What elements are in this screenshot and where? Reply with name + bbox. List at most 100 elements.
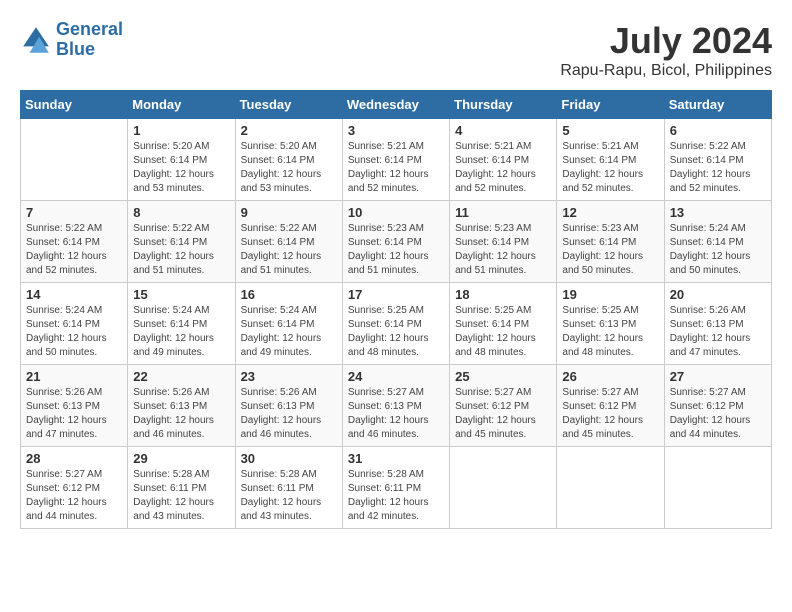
day-info: Sunrise: 5:20 AM Sunset: 6:14 PM Dayligh…: [133, 140, 229, 196]
day-info: Sunrise: 5:26 AM Sunset: 6:13 PM Dayligh…: [133, 386, 229, 442]
day-number: 16: [241, 287, 337, 302]
calendar-cell: 12 Sunrise: 5:23 AM Sunset: 6:14 PM Dayli…: [557, 201, 664, 283]
calendar-cell: 13Sunrise: 5:24 AM Sunset: 6:14 PM Dayli…: [664, 201, 771, 283]
weekday-header: Saturday: [664, 91, 771, 119]
page-header: General Blue July 2024 Rapu-Rapu, Bicol,…: [20, 20, 772, 80]
day-info: Sunrise: 5:23 AM Sunset: 6:14 PM Dayligh…: [455, 222, 551, 278]
day-info: Sunrise: 5:22 AM Sunset: 6:14 PM Dayligh…: [670, 140, 766, 196]
day-number: 2: [241, 123, 337, 138]
day-number: 7: [26, 205, 122, 220]
weekday-header: Monday: [128, 91, 235, 119]
day-number: 13: [670, 205, 766, 220]
day-number: 5: [562, 123, 658, 138]
day-info: Sunrise: 5:24 AM Sunset: 6:14 PM Dayligh…: [133, 304, 229, 360]
day-number: 15: [133, 287, 229, 302]
weekday-header: Thursday: [450, 91, 557, 119]
weekday-header: Wednesday: [342, 91, 449, 119]
month-title: July 2024: [560, 20, 772, 62]
day-number: 24: [348, 369, 444, 384]
calendar-cell: 27Sunrise: 5:27 AM Sunset: 6:12 PM Dayli…: [664, 365, 771, 447]
day-number: 8: [133, 205, 229, 220]
calendar-cell: 6 Sunrise: 5:22 AM Sunset: 6:14 PM Daylig…: [664, 119, 771, 201]
day-number: 26: [562, 369, 658, 384]
calendar-cell: [21, 119, 128, 201]
day-number: 20: [670, 287, 766, 302]
calendar-cell: 28Sunrise: 5:27 AM Sunset: 6:12 PM Dayli…: [21, 447, 128, 529]
day-info: Sunrise: 5:24 AM Sunset: 6:14 PM Dayligh…: [26, 304, 122, 360]
day-number: 12: [562, 205, 658, 220]
calendar-cell: 23 Sunrise: 5:26 AM Sunset: 6:13 PM Dayli…: [235, 365, 342, 447]
day-info: Sunrise: 5:27 AM Sunset: 6:12 PM Dayligh…: [670, 386, 766, 442]
logo-icon: [20, 24, 52, 56]
calendar-cell: [557, 447, 664, 529]
calendar-cell: 29Sunrise: 5:28 AM Sunset: 6:11 PM Dayli…: [128, 447, 235, 529]
calendar-cell: 26Sunrise: 5:27 AM Sunset: 6:12 PM Dayli…: [557, 365, 664, 447]
day-info: Sunrise: 5:27 AM Sunset: 6:12 PM Dayligh…: [26, 468, 122, 524]
calendar-cell: 1 Sunrise: 5:20 AM Sunset: 6:14 PM Daylig…: [128, 119, 235, 201]
calendar-cell: 21 Sunrise: 5:26 AM Sunset: 6:13 PM Dayli…: [21, 365, 128, 447]
day-number: 25: [455, 369, 551, 384]
day-number: 30: [241, 451, 337, 466]
day-number: 6: [670, 123, 766, 138]
day-info: Sunrise: 5:26 AM Sunset: 6:13 PM Dayligh…: [26, 386, 122, 442]
logo: General Blue: [20, 20, 123, 60]
day-number: 10: [348, 205, 444, 220]
location-title: Rapu-Rapu, Bicol, Philippines: [560, 62, 772, 80]
calendar-table: SundayMondayTuesdayWednesdayThursdayFrid…: [20, 90, 772, 529]
day-info: Sunrise: 5:28 AM Sunset: 6:11 PM Dayligh…: [241, 468, 337, 524]
calendar-cell: 24 Sunrise: 5:27 AM Sunset: 6:13 PM Dayli…: [342, 365, 449, 447]
calendar-week-row: 14Sunrise: 5:24 AM Sunset: 6:14 PM Dayli…: [21, 283, 772, 365]
calendar-week-row: 1 Sunrise: 5:20 AM Sunset: 6:14 PM Daylig…: [21, 119, 772, 201]
calendar-cell: 14Sunrise: 5:24 AM Sunset: 6:14 PM Dayli…: [21, 283, 128, 365]
weekday-header: Friday: [557, 91, 664, 119]
day-number: 31: [348, 451, 444, 466]
calendar-cell: 17Sunrise: 5:25 AM Sunset: 6:14 PM Dayli…: [342, 283, 449, 365]
day-number: 22: [133, 369, 229, 384]
day-info: Sunrise: 5:22 AM Sunset: 6:14 PM Dayligh…: [26, 222, 122, 278]
calendar-cell: 15 Sunrise: 5:24 AM Sunset: 6:14 PM Dayli…: [128, 283, 235, 365]
calendar-cell: 25 Sunrise: 5:27 AM Sunset: 6:12 PM Dayli…: [450, 365, 557, 447]
calendar-week-row: 7 Sunrise: 5:22 AM Sunset: 6:14 PM Daylig…: [21, 201, 772, 283]
weekday-header: Sunday: [21, 91, 128, 119]
calendar-cell: 2Sunrise: 5:20 AM Sunset: 6:14 PM Daylig…: [235, 119, 342, 201]
calendar-cell: 16Sunrise: 5:24 AM Sunset: 6:14 PM Dayli…: [235, 283, 342, 365]
day-info: Sunrise: 5:26 AM Sunset: 6:13 PM Dayligh…: [670, 304, 766, 360]
day-number: 19: [562, 287, 658, 302]
calendar-cell: 18 Sunrise: 5:25 AM Sunset: 6:14 PM Dayli…: [450, 283, 557, 365]
calendar-cell: 8 Sunrise: 5:22 AM Sunset: 6:14 PM Daylig…: [128, 201, 235, 283]
weekday-header-row: SundayMondayTuesdayWednesdayThursdayFrid…: [21, 91, 772, 119]
day-info: Sunrise: 5:23 AM Sunset: 6:14 PM Dayligh…: [562, 222, 658, 278]
calendar-week-row: 21 Sunrise: 5:26 AM Sunset: 6:13 PM Dayli…: [21, 365, 772, 447]
day-info: Sunrise: 5:27 AM Sunset: 6:13 PM Dayligh…: [348, 386, 444, 442]
logo-line2: Blue: [56, 39, 95, 59]
calendar-cell: 9 Sunrise: 5:22 AM Sunset: 6:14 PM Daylig…: [235, 201, 342, 283]
day-number: 3: [348, 123, 444, 138]
calendar-cell: [664, 447, 771, 529]
day-info: Sunrise: 5:23 AM Sunset: 6:14 PM Dayligh…: [348, 222, 444, 278]
day-info: Sunrise: 5:27 AM Sunset: 6:12 PM Dayligh…: [455, 386, 551, 442]
logo-text: General Blue: [56, 20, 123, 60]
calendar-week-row: 28Sunrise: 5:27 AM Sunset: 6:12 PM Dayli…: [21, 447, 772, 529]
day-number: 21: [26, 369, 122, 384]
day-info: Sunrise: 5:25 AM Sunset: 6:13 PM Dayligh…: [562, 304, 658, 360]
day-info: Sunrise: 5:22 AM Sunset: 6:14 PM Dayligh…: [133, 222, 229, 278]
day-number: 4: [455, 123, 551, 138]
day-info: Sunrise: 5:25 AM Sunset: 6:14 PM Dayligh…: [455, 304, 551, 360]
calendar-cell: 11Sunrise: 5:23 AM Sunset: 6:14 PM Dayli…: [450, 201, 557, 283]
day-info: Sunrise: 5:22 AM Sunset: 6:14 PM Dayligh…: [241, 222, 337, 278]
calendar-cell: 30 Sunrise: 5:28 AM Sunset: 6:11 PM Dayli…: [235, 447, 342, 529]
day-number: 23: [241, 369, 337, 384]
day-info: Sunrise: 5:26 AM Sunset: 6:13 PM Dayligh…: [241, 386, 337, 442]
calendar-cell: 3 Sunrise: 5:21 AM Sunset: 6:14 PM Daylig…: [342, 119, 449, 201]
day-number: 1: [133, 123, 229, 138]
day-info: Sunrise: 5:21 AM Sunset: 6:14 PM Dayligh…: [562, 140, 658, 196]
calendar-cell: 31 Sunrise: 5:28 AM Sunset: 6:11 PM Dayli…: [342, 447, 449, 529]
day-number: 18: [455, 287, 551, 302]
title-area: July 2024 Rapu-Rapu, Bicol, Philippines: [560, 20, 772, 80]
day-info: Sunrise: 5:21 AM Sunset: 6:14 PM Dayligh…: [348, 140, 444, 196]
calendar-cell: 19 Sunrise: 5:25 AM Sunset: 6:13 PM Dayli…: [557, 283, 664, 365]
calendar-cell: [450, 447, 557, 529]
day-info: Sunrise: 5:28 AM Sunset: 6:11 PM Dayligh…: [348, 468, 444, 524]
day-number: 9: [241, 205, 337, 220]
calendar-cell: 10 Sunrise: 5:23 AM Sunset: 6:14 PM Dayli…: [342, 201, 449, 283]
